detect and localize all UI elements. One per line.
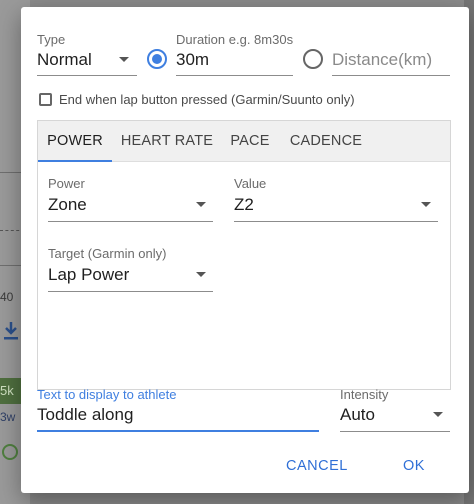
active-tab-indicator (38, 160, 112, 162)
lap-button-checkbox[interactable] (39, 93, 52, 106)
power-value: Zone (48, 195, 87, 214)
athlete-text-focus-underline (37, 430, 319, 432)
type-dropdown-caret-icon (119, 57, 129, 62)
workout-step-dialog: Type Normal Duration e.g. 8m30s 30m Dist… (21, 7, 469, 493)
intensity-dropdown-caret-icon (433, 412, 443, 417)
tab-pace[interactable]: PACE (222, 121, 278, 162)
athlete-text-value: Toddle along (37, 405, 134, 424)
duration-input[interactable]: 30m (176, 50, 294, 76)
value-dropdown-caret-icon (421, 202, 431, 207)
duration-label: Duration e.g. 8m30s (176, 32, 294, 47)
value-select[interactable]: Z2 (234, 195, 438, 221)
ok-button[interactable]: OK (403, 458, 425, 474)
tab-bar: POWER HEART RATE PACE CADENCE (38, 121, 450, 162)
target-label: Target (Garmin only) (48, 246, 167, 261)
type-value: Normal (37, 50, 92, 69)
power-label: Power (48, 176, 85, 191)
distance-radio[interactable] (303, 49, 323, 69)
power-underline (48, 221, 213, 222)
target-value: Lap Power (48, 265, 130, 284)
duration-underline (176, 75, 293, 76)
duration-value: 30m (176, 50, 210, 69)
tab-cadence[interactable]: CADENCE (282, 121, 370, 162)
smiley-icon (2, 444, 18, 460)
power-dropdown-caret-icon (196, 202, 206, 207)
type-underline (37, 75, 137, 76)
target-dropdown-caret-icon (196, 272, 206, 277)
lap-button-label: End when lap button pressed (Garmin/Suun… (59, 92, 355, 107)
background-axis-label: 40 (0, 290, 14, 304)
tab-heart-rate[interactable]: HEART RATE (114, 121, 220, 162)
duration-radio[interactable] (147, 49, 167, 69)
target-select[interactable]: Lap Power (48, 265, 213, 291)
athlete-text-label: Text to display to athlete (37, 387, 177, 402)
intensity-label: Intensity (340, 387, 389, 402)
intensity-select[interactable]: Auto (340, 405, 450, 431)
target-underline (48, 291, 213, 292)
distance-underline (332, 75, 450, 76)
cancel-button[interactable]: CANCEL (286, 458, 348, 474)
intensity-underline (340, 431, 450, 432)
value-underline (234, 221, 438, 222)
type-select[interactable]: Normal (37, 50, 137, 78)
background-side-text: 3w (0, 410, 16, 424)
athlete-text-input[interactable]: Toddle along (37, 405, 319, 431)
value-label: Value (234, 176, 267, 191)
power-select[interactable]: Zone (48, 195, 213, 221)
type-label: Type (37, 32, 66, 47)
tab-power[interactable]: POWER (38, 121, 112, 162)
distance-input[interactable]: Distance(km) (332, 50, 450, 76)
target-tabs-panel: POWER HEART RATE PACE CADENCE Power Zone… (37, 120, 451, 390)
download-icon (4, 322, 18, 340)
intensity-value: Auto (340, 405, 375, 424)
distance-placeholder: Distance(km) (332, 50, 433, 69)
value-value: Z2 (234, 195, 254, 214)
